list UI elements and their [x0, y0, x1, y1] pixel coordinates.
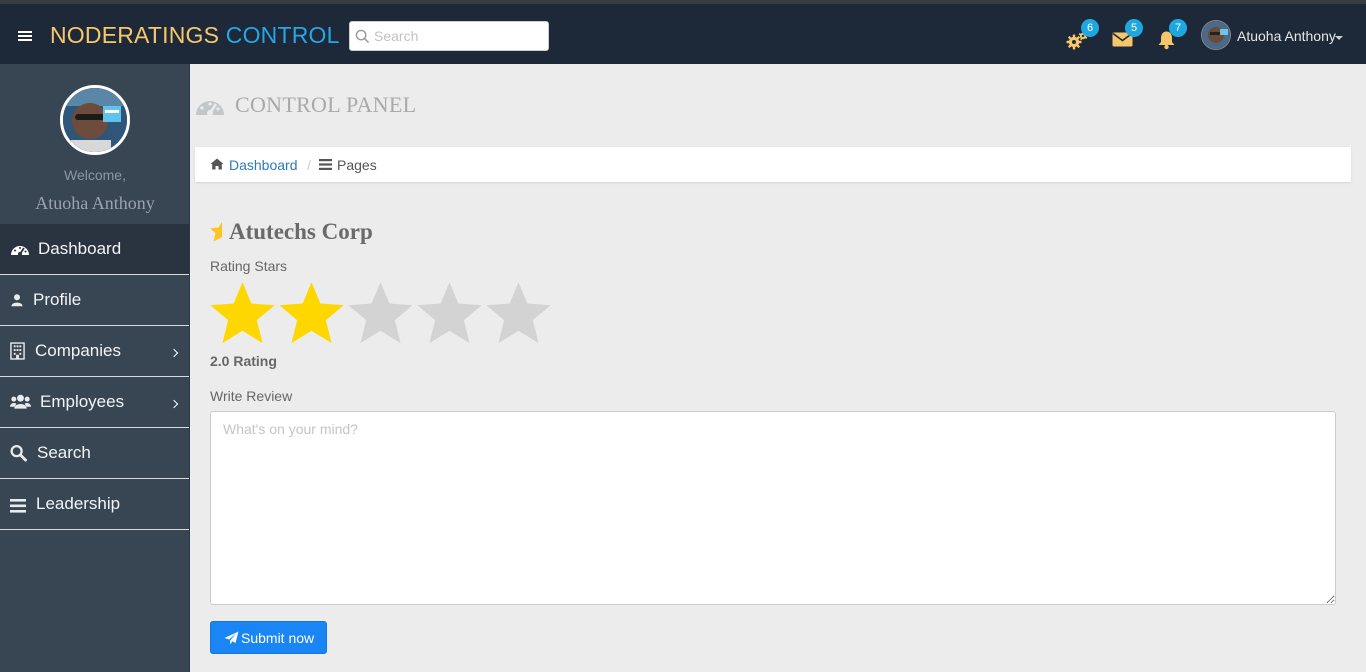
- page-title: CONTROL PANEL: [235, 92, 417, 117]
- welcome-text: Welcome,: [64, 167, 126, 183]
- submit-button[interactable]: Submit now: [210, 621, 327, 654]
- breadcrumb: Dashboard / Pages: [195, 147, 1351, 182]
- rating-stars-label: Rating Stars: [210, 258, 288, 274]
- brand-logo[interactable]: NODERATINGS CONTROL: [50, 22, 340, 49]
- bars-icon: [10, 499, 26, 513]
- chevron-right-icon: [169, 399, 179, 409]
- list-icon: [319, 159, 332, 170]
- sidebar-item-profile[interactable]: Profile: [0, 275, 189, 326]
- star-empty-icon[interactable]: [346, 280, 415, 346]
- search-icon: [10, 444, 27, 462]
- breadcrumb-separator: /: [307, 157, 311, 173]
- sidebar-item-search[interactable]: Search: [0, 428, 189, 479]
- settings-badge: 6: [1081, 19, 1099, 37]
- dashboard-icon: [196, 101, 224, 116]
- write-review-label: Write Review: [210, 388, 293, 404]
- sidebar-item-label: Search: [37, 443, 91, 462]
- search-icon: [355, 29, 370, 44]
- submit-button-label: Submit now: [241, 629, 315, 646]
- chevron-right-icon: [169, 348, 179, 358]
- breadcrumb-dashboard-link[interactable]: Dashboard: [229, 157, 298, 173]
- sidebar: Welcome, Atuoha Anthony Dashboard Profil…: [0, 64, 190, 672]
- sidebar-item-leadership[interactable]: Leadership: [0, 479, 189, 530]
- paper-plane-icon: [224, 631, 239, 645]
- users-icon: [10, 394, 31, 409]
- sidebar-item-employees[interactable]: Employees: [0, 377, 189, 428]
- home-icon: [210, 158, 224, 170]
- building-icon: [10, 342, 25, 360]
- brand-name: NODERATINGS: [50, 22, 220, 48]
- rating-value-text: 2.0 Rating: [210, 353, 277, 369]
- sidebar-item-label: Profile: [33, 290, 82, 309]
- search-input[interactable]: [374, 26, 544, 46]
- sidebar-item-label: Leadership: [36, 494, 121, 513]
- search-box: [349, 21, 549, 51]
- star-empty-icon[interactable]: [415, 280, 484, 346]
- messages-badge: 5: [1125, 19, 1143, 37]
- dashboard-icon: [11, 246, 29, 256]
- brand-suffix: CONTROL: [225, 22, 340, 48]
- hamburger-menu-icon[interactable]: [18, 31, 32, 41]
- notifications-badge: 7: [1169, 19, 1187, 37]
- sidebar-item-label: Employees: [40, 392, 125, 411]
- sidebar-item-dashboard[interactable]: Dashboard: [0, 224, 189, 275]
- sidebar-item-label: Companies: [35, 341, 121, 360]
- breadcrumb-current: Pages: [337, 157, 377, 173]
- review-textarea[interactable]: [210, 411, 1336, 605]
- sidebar-item-label: Dashboard: [38, 239, 122, 258]
- sidebar-user-name: Atuoha Anthony: [35, 193, 155, 213]
- user-avatar[interactable]: [1201, 20, 1231, 50]
- half-star-icon: [210, 222, 222, 242]
- star-filled-icon[interactable]: [208, 280, 277, 346]
- company-name: Atutechs Corp: [229, 219, 373, 244]
- user-icon: [11, 294, 23, 307]
- sidebar-item-companies[interactable]: Companies: [0, 326, 189, 377]
- sidebar-avatar: [60, 85, 130, 155]
- top-navbar: NODERATINGS CONTROL 6: [0, 4, 1366, 64]
- star-filled-icon[interactable]: [277, 280, 346, 346]
- user-menu-name[interactable]: Atuoha Anthony: [1237, 28, 1336, 44]
- star-empty-icon[interactable]: [484, 280, 553, 346]
- user-menu-caret-icon[interactable]: [1335, 36, 1343, 40]
